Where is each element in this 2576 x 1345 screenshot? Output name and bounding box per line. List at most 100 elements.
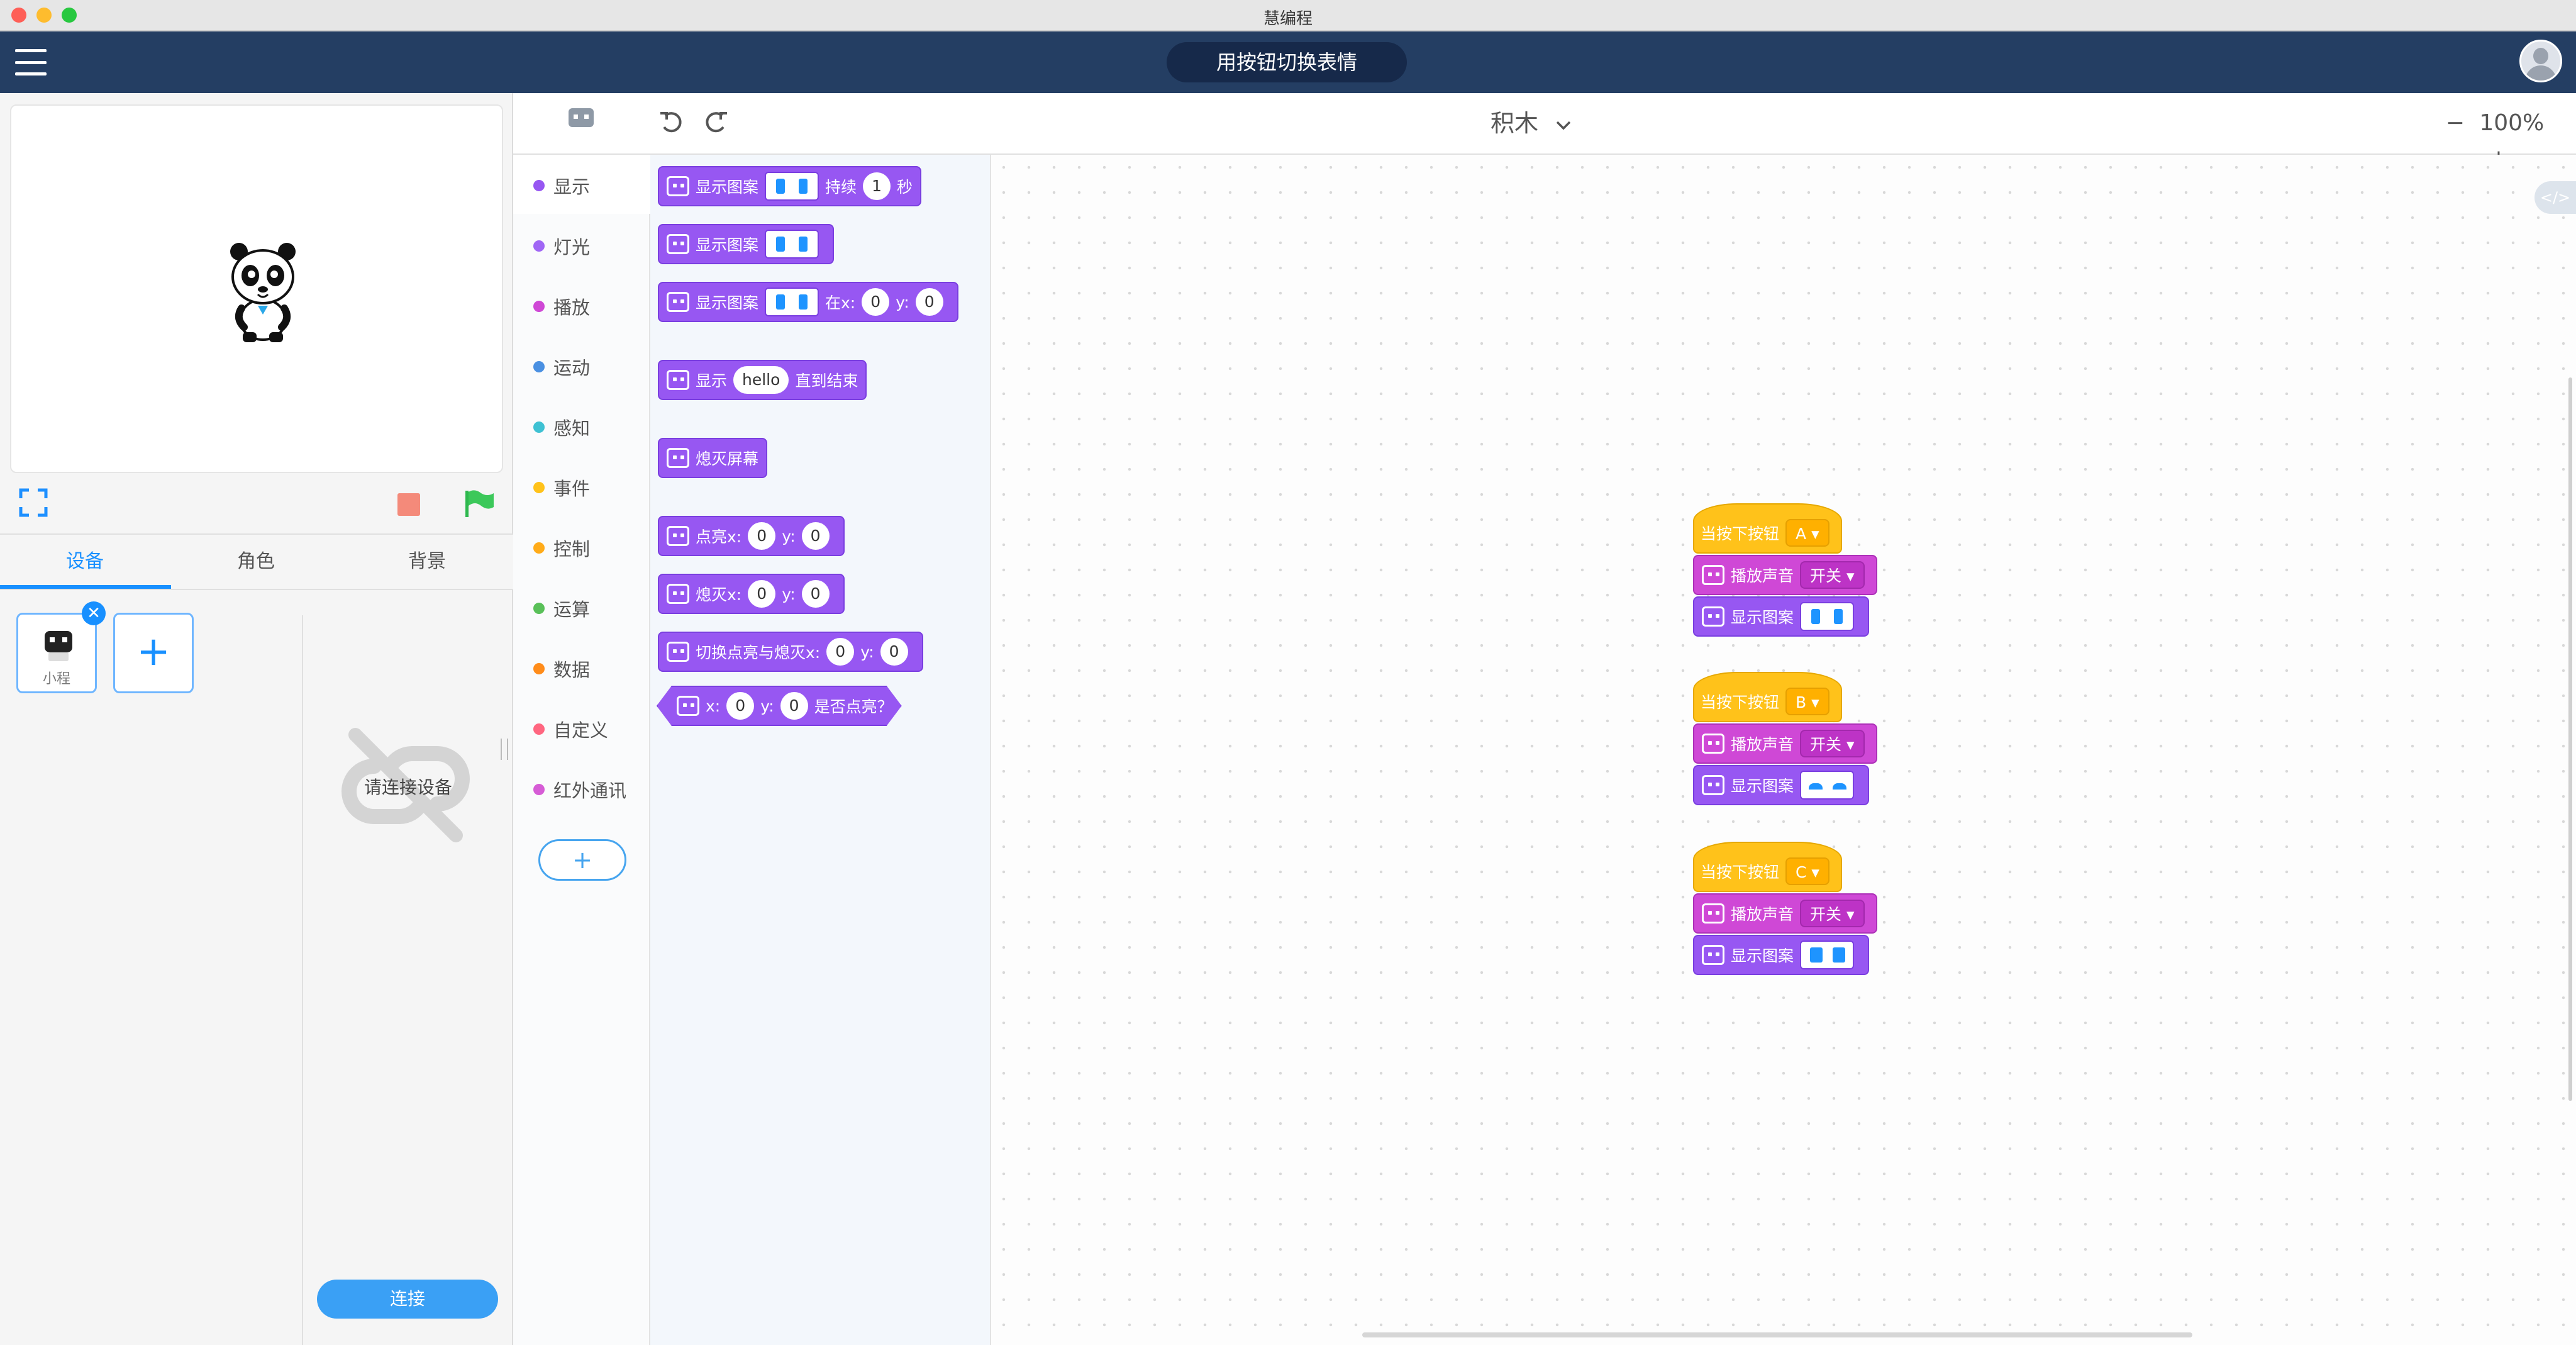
avatar[interactable] (2519, 40, 2562, 82)
y-input[interactable]: 0 (801, 522, 830, 550)
pattern-preview[interactable] (1800, 771, 1855, 800)
block-text: 在x: (825, 294, 856, 312)
category-dot (533, 421, 545, 433)
block-show-pattern[interactable]: 显示图案 (1693, 765, 1870, 805)
pattern-preview[interactable] (1800, 940, 1855, 969)
pattern-preview[interactable] (1800, 602, 1855, 631)
editor-mode-select[interactable]: 积木 (1491, 104, 1591, 142)
block-text: y: (896, 293, 909, 311)
block-show-pattern[interactable]: 显示图案 (1693, 596, 1870, 637)
pattern-preview[interactable] (765, 287, 819, 316)
category-item[interactable]: 红外通讯 (513, 759, 650, 818)
block-when-button-pressed[interactable]: 当按下按钮 B ▾ (1693, 672, 1842, 722)
zoom-controls: − 100% + (2433, 106, 2565, 171)
robot-icon (667, 642, 689, 662)
block-text: 秒 (897, 178, 913, 196)
block-show-pattern-duration[interactable]: 显示图案 持续 1 秒 (658, 166, 922, 206)
fullscreen-icon[interactable] (19, 488, 48, 517)
block-show-pattern-at[interactable]: 显示图案 在x: 0 y: 0 (658, 282, 958, 322)
text-input[interactable]: hello (733, 366, 789, 394)
block-show-pattern[interactable]: 显示图案 (1693, 935, 1870, 975)
block-when-button-pressed[interactable]: 当按下按钮 C ▾ (1693, 842, 1842, 892)
x-input[interactable]: 0 (826, 638, 855, 666)
horizontal-scrollbar[interactable] (1362, 1332, 2192, 1337)
block-text: 播放声音 (1731, 735, 1794, 754)
block-light-on[interactable]: 点亮x: 0 y: 0 (658, 516, 845, 556)
y-input[interactable]: 0 (780, 692, 808, 720)
stage[interactable] (10, 104, 503, 473)
device-robot-icon[interactable] (566, 106, 596, 131)
block-toggle-light[interactable]: 切换点亮与熄灭x: 0 y: 0 (658, 632, 923, 672)
category-item[interactable]: 感知 (513, 396, 650, 455)
sound-value: 开关 (1810, 567, 1842, 585)
connect-hint: 请连接设备 (364, 777, 452, 798)
x-input[interactable]: 0 (726, 692, 754, 720)
code-view-toggle[interactable]: </> (2534, 181, 2576, 214)
button-dropdown[interactable]: A ▾ (1785, 519, 1829, 547)
active-tab-indicator (0, 585, 171, 589)
y-input[interactable]: 0 (880, 638, 908, 666)
category-item[interactable]: 灯光 (513, 215, 650, 274)
pattern-preview[interactable] (765, 172, 819, 201)
stop-icon[interactable] (397, 493, 420, 516)
sound-dropdown[interactable]: 开关 ▾ (1800, 900, 1865, 927)
project-name[interactable]: 用按钮切换表情 (1167, 42, 1407, 82)
vertical-scrollbar[interactable] (2568, 377, 2572, 1101)
category-item[interactable]: 控制 (513, 517, 650, 576)
block-play-sound[interactable]: 播放声音 开关 ▾ (1693, 893, 1877, 934)
x-input[interactable]: 0 (748, 580, 776, 608)
block-show-text[interactable]: 显示 hello 直到结束 (658, 360, 867, 400)
robot-icon (667, 584, 689, 604)
category-item[interactable]: 显示 (513, 155, 650, 214)
category-dot (533, 482, 545, 493)
category-label: 显示 (553, 176, 591, 198)
category-label: 灯光 (553, 237, 591, 258)
category-item[interactable]: 自定义 (513, 698, 650, 757)
button-dropdown[interactable]: C ▾ (1785, 857, 1829, 885)
duration-input[interactable]: 1 (863, 172, 891, 200)
block-when-button-pressed[interactable]: 当按下按钮 A ▾ (1693, 503, 1842, 554)
menu-icon[interactable] (15, 49, 47, 75)
category-dot (533, 542, 545, 554)
tab-sprites[interactable]: 角色 (171, 535, 341, 589)
connect-button[interactable]: 连接 (317, 1280, 498, 1319)
panda-sprite[interactable] (225, 238, 301, 345)
x-input[interactable]: 0 (748, 522, 776, 550)
block-show-pattern[interactable]: 显示图案 (658, 224, 835, 264)
pattern-preview[interactable] (765, 230, 819, 259)
tab-devices[interactable]: 设备 (0, 535, 170, 589)
zoom-out-button[interactable]: − (2446, 110, 2465, 136)
undo-icon[interactable] (658, 109, 683, 135)
category-item[interactable]: 数据 (513, 638, 650, 697)
block-light-off[interactable]: 熄灭x: 0 y: 0 (658, 574, 845, 614)
category-item[interactable]: 运动 (513, 336, 650, 395)
y-input[interactable]: 0 (801, 580, 830, 608)
redo-icon[interactable] (704, 109, 730, 135)
resize-handle[interactable] (501, 739, 508, 760)
block-play-sound[interactable]: 播放声音 开关 ▾ (1693, 723, 1877, 764)
category-item[interactable]: 事件 (513, 457, 650, 516)
block-clear-screen[interactable]: 熄灭屏幕 (658, 438, 768, 478)
sound-dropdown[interactable]: 开关 ▾ (1800, 561, 1865, 589)
sound-dropdown[interactable]: 开关 ▾ (1800, 730, 1865, 757)
device-card[interactable]: 小程 (16, 613, 97, 693)
device-name: 小程 (42, 671, 70, 687)
block-play-sound[interactable]: 播放声音 开关 ▾ (1693, 555, 1877, 595)
green-flag-icon[interactable] (463, 489, 494, 518)
add-device-button[interactable]: + (113, 613, 194, 693)
remove-device-button[interactable]: ✕ (82, 601, 106, 625)
y-input[interactable]: 0 (915, 288, 943, 316)
category-item[interactable]: 播放 (513, 276, 650, 335)
tab-backgrounds[interactable]: 背景 (342, 535, 512, 589)
robot-icon (667, 234, 689, 254)
robot-icon (1702, 945, 1724, 965)
block-text: y: (782, 527, 796, 545)
x-input[interactable]: 0 (862, 288, 890, 316)
category-label: 事件 (553, 478, 591, 499)
category-item[interactable]: 运算 (513, 578, 650, 637)
button-dropdown[interactable]: B ▾ (1785, 688, 1829, 715)
button-value: B (1796, 693, 1807, 712)
add-extension-button[interactable]: + (538, 839, 626, 881)
category-label: 控制 (553, 539, 591, 560)
block-is-lit[interactable]: x: 0 y: 0 是否点亮？ (657, 686, 902, 726)
